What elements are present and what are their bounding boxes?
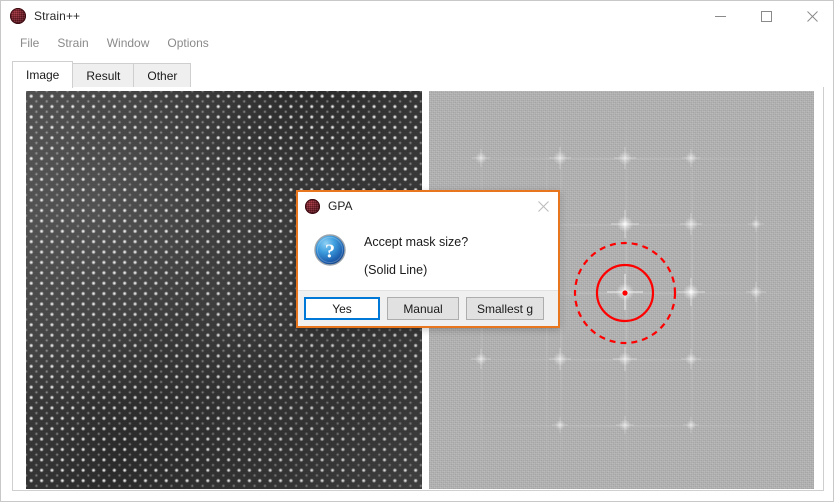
close-button[interactable] (789, 1, 833, 31)
app-sphere-icon (10, 8, 26, 24)
gpa-dialog: GPA ? Accept mask size? (Solid Line) Yes… (296, 190, 560, 328)
dialog-text-group: Accept mask size? (Solid Line) (364, 230, 468, 294)
tab-other[interactable]: Other (133, 63, 192, 88)
tab-image[interactable]: Image (12, 61, 74, 88)
dialog-close-icon[interactable] (532, 195, 554, 217)
window-title: Strain++ (34, 9, 81, 23)
maximize-button[interactable] (743, 1, 789, 31)
manual-button[interactable]: Manual (387, 297, 459, 320)
tab-result[interactable]: Result (72, 63, 135, 88)
menu-item-file[interactable]: File (11, 33, 48, 53)
svg-text:?: ? (325, 240, 335, 262)
question-mark-icon: ? (314, 234, 346, 266)
dialog-title-bar: GPA (298, 192, 558, 220)
minimize-button[interactable] (697, 1, 743, 31)
strain-plus-plus-window: Strain++ File Strain Window Options Imag… (0, 0, 834, 502)
smallest-g-button[interactable]: Smallest g (466, 297, 545, 320)
menu-item-strain[interactable]: Strain (48, 33, 97, 53)
window-controls (697, 1, 833, 31)
dialog-title: GPA (328, 199, 353, 213)
tab-list: Image Result Other (12, 61, 192, 88)
menu-item-options[interactable]: Options (158, 33, 217, 53)
dialog-message: Accept mask size? (364, 235, 469, 249)
dialog-button-bar: Yes Manual Smallest g (298, 290, 558, 326)
dialog-submessage: (Solid Line) (364, 263, 428, 277)
tab-strip: Image Result Other (1, 59, 833, 88)
yes-button[interactable]: Yes (304, 297, 380, 320)
menu-item-window[interactable]: Window (98, 33, 159, 53)
title-bar: Strain++ (1, 1, 833, 31)
app-sphere-icon (305, 198, 320, 214)
dialog-body: ? Accept mask size? (Solid Line) (298, 220, 558, 294)
mask-center-point[interactable] (622, 290, 628, 296)
menu-bar: File Strain Window Options (1, 31, 833, 55)
